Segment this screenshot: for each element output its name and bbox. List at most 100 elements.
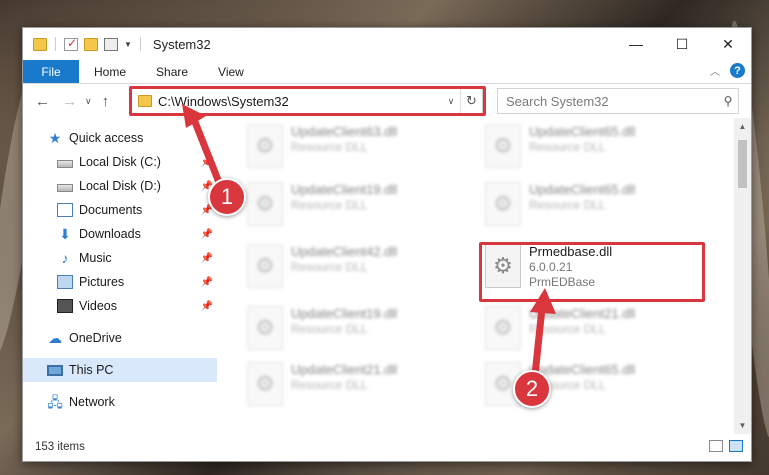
- videos-icon: [57, 299, 73, 313]
- dll-file-icon: ⚙: [247, 124, 283, 168]
- back-arrow-icon[interactable]: ←: [35, 93, 50, 110]
- pin-icon[interactable]: 📌: [201, 253, 213, 264]
- network-icon: 🖧: [47, 394, 63, 410]
- file-name: UpdateClient19.dll: [291, 306, 398, 321]
- sidebar-item-label: Downloads: [79, 227, 141, 241]
- sidebar-item-label: Network: [69, 395, 115, 409]
- sidebar-item-label: Documents: [79, 203, 143, 217]
- close-button[interactable]: ✕: [705, 28, 751, 60]
- file-type: Resource DLL: [291, 260, 368, 274]
- window-controls: — ☐ ✕: [613, 28, 751, 60]
- maximize-button[interactable]: ☐: [659, 28, 705, 60]
- tab-view[interactable]: View: [203, 60, 259, 83]
- download-icon: ⬇: [59, 226, 71, 242]
- search-box[interactable]: Search System32 ⚲: [497, 88, 739, 114]
- dll-file-icon: ⚙: [247, 182, 283, 226]
- documents-icon: [57, 203, 73, 217]
- drive-icon: [57, 159, 73, 168]
- tab-home[interactable]: Home: [79, 60, 141, 83]
- sidebar-item-local-disk-d[interactable]: Local Disk (D:) 📌: [23, 174, 217, 198]
- quick-access-toolbar: ▼: [23, 36, 143, 51]
- sidebar-item-label: Videos: [79, 299, 117, 313]
- expand-ribbon-icon[interactable]: ︿: [710, 63, 720, 78]
- file-name: UpdateClient21.dll: [291, 362, 398, 377]
- star-icon: ★: [48, 130, 62, 146]
- ribbon-tabs: File Home Share View ︿ ?: [23, 60, 751, 84]
- details-view-icon[interactable]: [709, 440, 723, 452]
- folder-icon: [33, 37, 47, 51]
- view-toggle: [709, 440, 743, 452]
- cloud-icon: ☁: [48, 330, 62, 346]
- sidebar-item-label: Pictures: [79, 275, 125, 289]
- dll-file-icon: ⚙: [247, 244, 283, 288]
- sidebar-item-documents[interactable]: Documents 📌: [23, 198, 217, 222]
- sidebar-item-label: Music: [79, 251, 112, 265]
- pin-icon[interactable]: 📌: [201, 157, 213, 168]
- forward-arrow-icon[interactable]: →: [62, 93, 77, 110]
- pin-icon[interactable]: 📌: [201, 277, 213, 288]
- sidebar-item-onedrive[interactable]: ☁ OneDrive: [23, 326, 217, 350]
- computer-icon: [47, 364, 63, 376]
- sidebar-item-this-pc[interactable]: This PC: [23, 358, 217, 382]
- new-folder-icon[interactable]: [84, 37, 98, 51]
- customize-view-icon[interactable]: [104, 37, 118, 51]
- file-type: Resource DLL: [291, 198, 368, 212]
- file-item[interactable]: ⚙ UpdateClient21.dll Resource DLL: [485, 304, 705, 360]
- dll-file-icon: ⚙: [485, 124, 521, 168]
- recent-locations-chevron-icon[interactable]: ∨: [85, 96, 92, 107]
- file-item[interactable]: ⚙ UpdateClient19.dll Resource DLL: [247, 304, 467, 360]
- sidebar-item-label: Local Disk (C:): [79, 155, 161, 169]
- pin-icon[interactable]: 📌: [201, 229, 213, 240]
- sidebar-item-quick-access[interactable]: ★ Quick access: [23, 126, 217, 150]
- scroll-down-icon[interactable]: ▼: [734, 417, 751, 434]
- up-arrow-icon[interactable]: ↑: [102, 93, 110, 110]
- title-bar: ▼ System32 — ☐ ✕: [23, 28, 751, 60]
- tab-share[interactable]: Share: [141, 60, 203, 83]
- minimize-button[interactable]: —: [613, 28, 659, 60]
- properties-check-icon[interactable]: [64, 36, 78, 51]
- dll-file-icon: ⚙: [247, 306, 283, 350]
- step-1-badge: 1: [208, 178, 246, 216]
- file-item[interactable]: ⚙ UpdateClient65.dll Resource DLL: [485, 180, 705, 236]
- file-type: Resource DLL: [529, 322, 606, 336]
- explorer-window: ▼ System32 — ☐ ✕ File Home Share View ︿ …: [22, 27, 752, 462]
- content-area: ★ Quick access Local Disk (C:) 📌 Local D…: [23, 118, 751, 434]
- help-icon[interactable]: ?: [730, 63, 745, 78]
- file-item[interactable]: ⚙ UpdateClient42.dll Resource DLL: [247, 242, 467, 298]
- sidebar-item-local-disk-c[interactable]: Local Disk (C:) 📌: [23, 150, 217, 174]
- file-type: Resource DLL: [529, 198, 606, 212]
- file-type: Resource DLL: [291, 322, 368, 336]
- file-name: UpdateClient65.dll: [529, 124, 636, 139]
- navigation-pane: ★ Quick access Local Disk (C:) 📌 Local D…: [23, 118, 217, 434]
- file-item[interactable]: ⚙ UpdateClient65.dll Resource DLL: [485, 122, 705, 178]
- address-highlight-box: [129, 86, 486, 116]
- file-item[interactable]: ⚙ UpdateClient19.dll Resource DLL: [247, 180, 467, 236]
- window-title: System32: [152, 36, 211, 52]
- music-icon: ♪: [61, 250, 69, 266]
- file-item[interactable]: ⚙ UpdateClient21.dll Resource DLL: [247, 360, 467, 416]
- step-2-badge: 2: [513, 370, 551, 408]
- file-type: Resource DLL: [291, 140, 368, 154]
- file-item[interactable]: ⚙ UpdateClient63.dll Resource DLL: [247, 122, 467, 178]
- sidebar-item-music[interactable]: ♪ Music 📌: [23, 246, 217, 270]
- sidebar-item-network[interactable]: 🖧 Network: [23, 390, 217, 414]
- sidebar-item-pictures[interactable]: Pictures 📌: [23, 270, 217, 294]
- scrollbar-thumb[interactable]: [738, 140, 747, 188]
- sidebar-item-videos[interactable]: Videos 📌: [23, 294, 217, 318]
- tiles-view-icon[interactable]: [729, 440, 743, 452]
- vertical-scrollbar[interactable]: ▲ ▼: [734, 118, 751, 434]
- customize-toolbar-dropdown-icon[interactable]: ▼: [124, 40, 132, 49]
- file-name: UpdateClient63.dll: [291, 124, 398, 139]
- search-icon[interactable]: ⚲: [718, 94, 738, 108]
- dll-file-icon: ⚙: [485, 306, 521, 350]
- scroll-up-icon[interactable]: ▲: [734, 118, 751, 135]
- sidebar-item-downloads[interactable]: ⬇ Downloads 📌: [23, 222, 217, 246]
- file-name: UpdateClient19.dll: [291, 182, 398, 197]
- search-input[interactable]: Search System32: [506, 94, 718, 109]
- tab-file[interactable]: File: [23, 60, 79, 83]
- item-count: 153 items: [35, 441, 85, 453]
- file-name: UpdateClient65.dll: [529, 182, 636, 197]
- pin-icon[interactable]: 📌: [201, 301, 213, 312]
